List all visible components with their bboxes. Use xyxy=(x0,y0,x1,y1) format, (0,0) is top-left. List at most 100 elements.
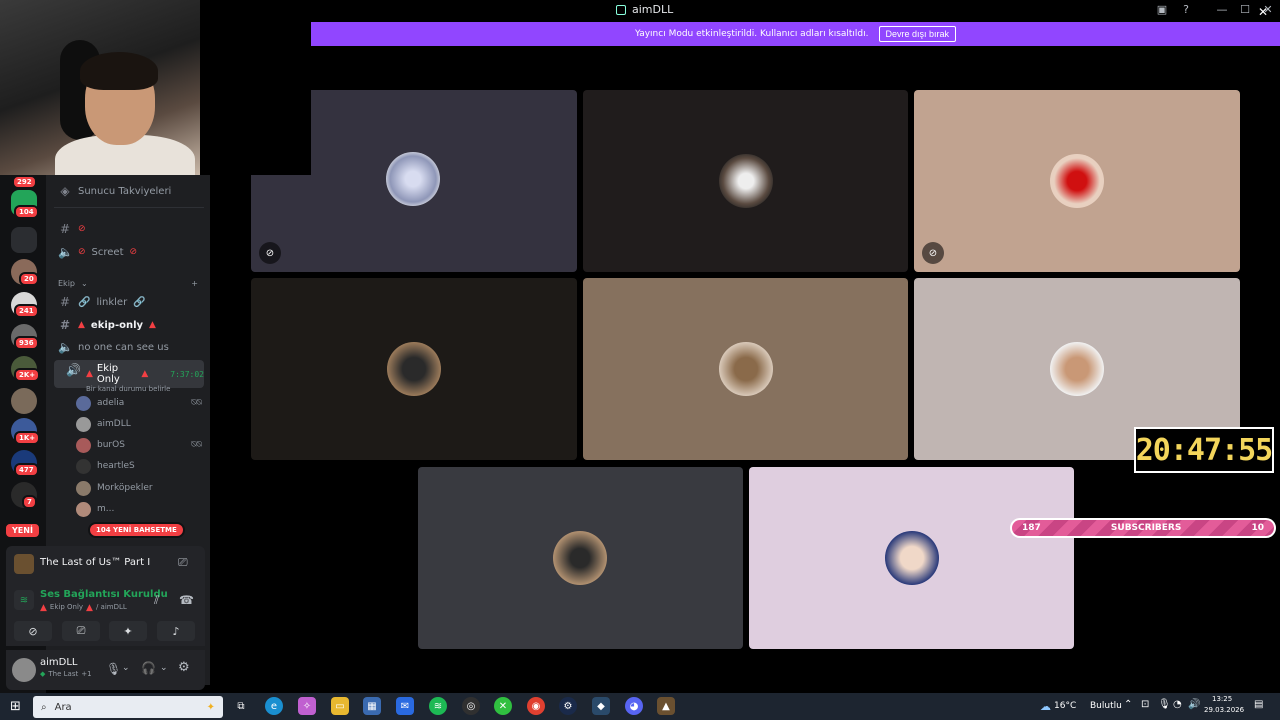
server-icon[interactable] xyxy=(11,388,37,414)
taskbar-search[interactable]: ⌕ Ara ✦ xyxy=(33,696,223,718)
video-tile[interactable] xyxy=(749,467,1074,649)
volume-icon[interactable]: 🔊 xyxy=(1188,699,1200,710)
channel-text-linkler[interactable]: # 🔗 linkler 🔗 xyxy=(46,292,210,312)
video-tile[interactable] xyxy=(251,278,577,460)
add-channel-icon[interactable]: + xyxy=(191,279,198,288)
screen-share-icon[interactable]: ▣ xyxy=(1152,3,1172,16)
help-icon[interactable]: ? xyxy=(1176,3,1196,16)
warning-icon: ▲ xyxy=(86,369,93,379)
voice-location[interactable]: ▲ Ekip Only ▲ / aimDLL xyxy=(40,603,127,613)
notification-icon[interactable]: ▤ xyxy=(1254,699,1263,710)
new-badge[interactable]: YENİ xyxy=(4,522,41,539)
network-icon[interactable]: ⊡ xyxy=(1141,699,1149,710)
no-entry-icon: ⊘ xyxy=(78,224,86,234)
disconnect-icon[interactable]: ☎ xyxy=(179,593,194,607)
channel-voice-ekip-only-active[interactable]: 🔊 ▲ Ekip Only ▲ 7:37:02 Bir kanal durumu… xyxy=(54,360,204,393)
server-boosts-label: Sunucu Takviyeleri xyxy=(78,185,172,197)
category-ekip[interactable]: Ekip ⌄ + xyxy=(46,273,210,293)
noise-suppression-icon[interactable]: ⫽ xyxy=(154,593,159,608)
avatar xyxy=(553,531,607,585)
clock-time[interactable]: 13:25 xyxy=(1212,695,1232,703)
voice-user[interactable]: burOS ⍉⍉ xyxy=(76,435,202,455)
steam-icon[interactable]: ⚙ xyxy=(559,697,577,715)
app-icon[interactable]: ◆ xyxy=(592,697,610,715)
channel-voice-screet[interactable]: 🔈 ⊘ Screet ⊘ xyxy=(46,242,210,262)
microphone-icon[interactable]: 🎙 xyxy=(106,662,121,676)
avatar xyxy=(1050,154,1104,208)
activities-button[interactable]: ✦ xyxy=(109,621,147,641)
server-boosts[interactable]: ◈ Sunucu Takviyeleri xyxy=(46,181,210,201)
channel-voice-no-one[interactable]: 🔈 no one can see us xyxy=(46,337,210,357)
headphones-icon[interactable]: 🎧 xyxy=(141,661,156,675)
hash-icon: # xyxy=(59,318,71,332)
mail-icon[interactable]: ✉ xyxy=(396,697,414,715)
video-tile[interactable] xyxy=(583,90,908,272)
chrome-icon[interactable]: ◉ xyxy=(527,697,545,715)
user-label: adelia xyxy=(97,398,125,408)
user-label: m... xyxy=(97,504,115,514)
warning-icon: ▲ xyxy=(86,603,93,613)
mentions-badge[interactable]: 104 YENİ BAHSETME xyxy=(88,522,185,538)
signal-icon[interactable]: ≋ xyxy=(14,590,34,610)
voice-connection-panel: ≋ Ses Bağlantısı Kuruldu ▲ Ekip Only ▲ /… xyxy=(6,582,205,646)
screen-share-button[interactable]: ⎚ xyxy=(62,621,100,641)
discord-icon[interactable]: ◕ xyxy=(625,697,643,715)
maximize-button[interactable]: ☐ xyxy=(1235,3,1255,16)
app-icon[interactable]: ◎ xyxy=(462,697,480,715)
video-tile[interactable] xyxy=(583,278,908,460)
speaker-icon: 🔊 xyxy=(66,363,81,377)
microphone-icon[interactable]: 🎙 xyxy=(1158,699,1171,710)
gear-icon[interactable]: ⚙ xyxy=(178,660,190,675)
camera-off-icon: ⊘ xyxy=(922,242,944,264)
clock-date[interactable]: 29.03.2026 xyxy=(1204,706,1244,714)
soundboard-button[interactable]: ♪ xyxy=(157,621,195,641)
voice-user[interactable]: m... xyxy=(76,499,202,519)
voice-user[interactable]: adelia ⍉⍉ xyxy=(76,393,202,413)
video-tile[interactable] xyxy=(418,467,743,649)
server-badge: 1K+ xyxy=(14,431,41,445)
chevron-up-icon[interactable]: ⌃ xyxy=(1124,699,1132,710)
chevron-down-icon: ⌄ xyxy=(81,278,88,288)
window-title: aimDLL xyxy=(616,3,673,16)
camera-off-button[interactable]: ⊘ xyxy=(14,621,52,641)
spotify-icon[interactable]: ≋ xyxy=(429,697,447,715)
stream-game-icon[interactable]: ⎚ xyxy=(178,555,188,570)
chevron-down-icon[interactable]: ⌄ xyxy=(122,663,130,673)
folder-icon[interactable] xyxy=(11,227,37,253)
user-activity-text: The Last xyxy=(48,670,79,678)
game-taskbar-icon[interactable]: ▲ xyxy=(657,697,675,715)
voice-user[interactable]: aimDLL xyxy=(76,414,202,434)
copilot-icon[interactable]: ✧ xyxy=(298,697,316,715)
game-icon xyxy=(14,554,34,574)
channel-text-1[interactable]: # ⊘ xyxy=(46,219,210,239)
webcam-overlay xyxy=(0,0,200,175)
server-badge: 477 xyxy=(14,463,39,477)
channel-text-ekip-only[interactable]: # ▲ ekip-only ▲ xyxy=(46,315,210,335)
streamer-mode-banner: Yayıncı Modu etkinleştirildi. Kullanıcı … xyxy=(311,22,1280,46)
chevron-down-icon[interactable]: ⌄ xyxy=(160,663,168,673)
voice-user[interactable]: heartleS xyxy=(76,456,202,476)
search-placeholder: Ara xyxy=(54,701,72,713)
minimize-button[interactable]: — xyxy=(1212,3,1232,16)
video-tile[interactable]: ⊘ xyxy=(914,90,1240,272)
stream-clock: 20:47:55 xyxy=(1134,427,1274,473)
avatar[interactable] xyxy=(12,658,36,682)
speaker-icon: 🔈 xyxy=(58,340,73,354)
muted-icons: ⍉⍉ xyxy=(191,398,202,408)
app-icon[interactable]: ✕ xyxy=(494,697,512,715)
wifi-icon[interactable]: ◔ xyxy=(1173,699,1182,710)
edge-icon[interactable]: e xyxy=(265,697,283,715)
voice-user[interactable]: Morköpekler xyxy=(76,478,202,498)
banner-close-icon[interactable]: ✕ xyxy=(1258,5,1268,19)
avatar xyxy=(1050,342,1104,396)
channel-status-hint[interactable]: Bir kanal durumu belirle xyxy=(86,385,204,393)
windows-start-icon[interactable]: ⊞ xyxy=(10,699,21,714)
link-icon: 🔗 xyxy=(133,296,146,308)
avatar xyxy=(76,416,91,432)
store-icon[interactable]: ▦ xyxy=(363,697,381,715)
category-label: Ekip xyxy=(58,278,75,288)
file-explorer-icon[interactable]: ▭ xyxy=(331,697,349,715)
disable-streamer-mode-button[interactable]: Devre dışı bırak xyxy=(878,26,957,42)
task-view-icon[interactable]: ⧉ xyxy=(232,697,250,715)
weather-icon[interactable]: ☁ xyxy=(1040,700,1051,713)
